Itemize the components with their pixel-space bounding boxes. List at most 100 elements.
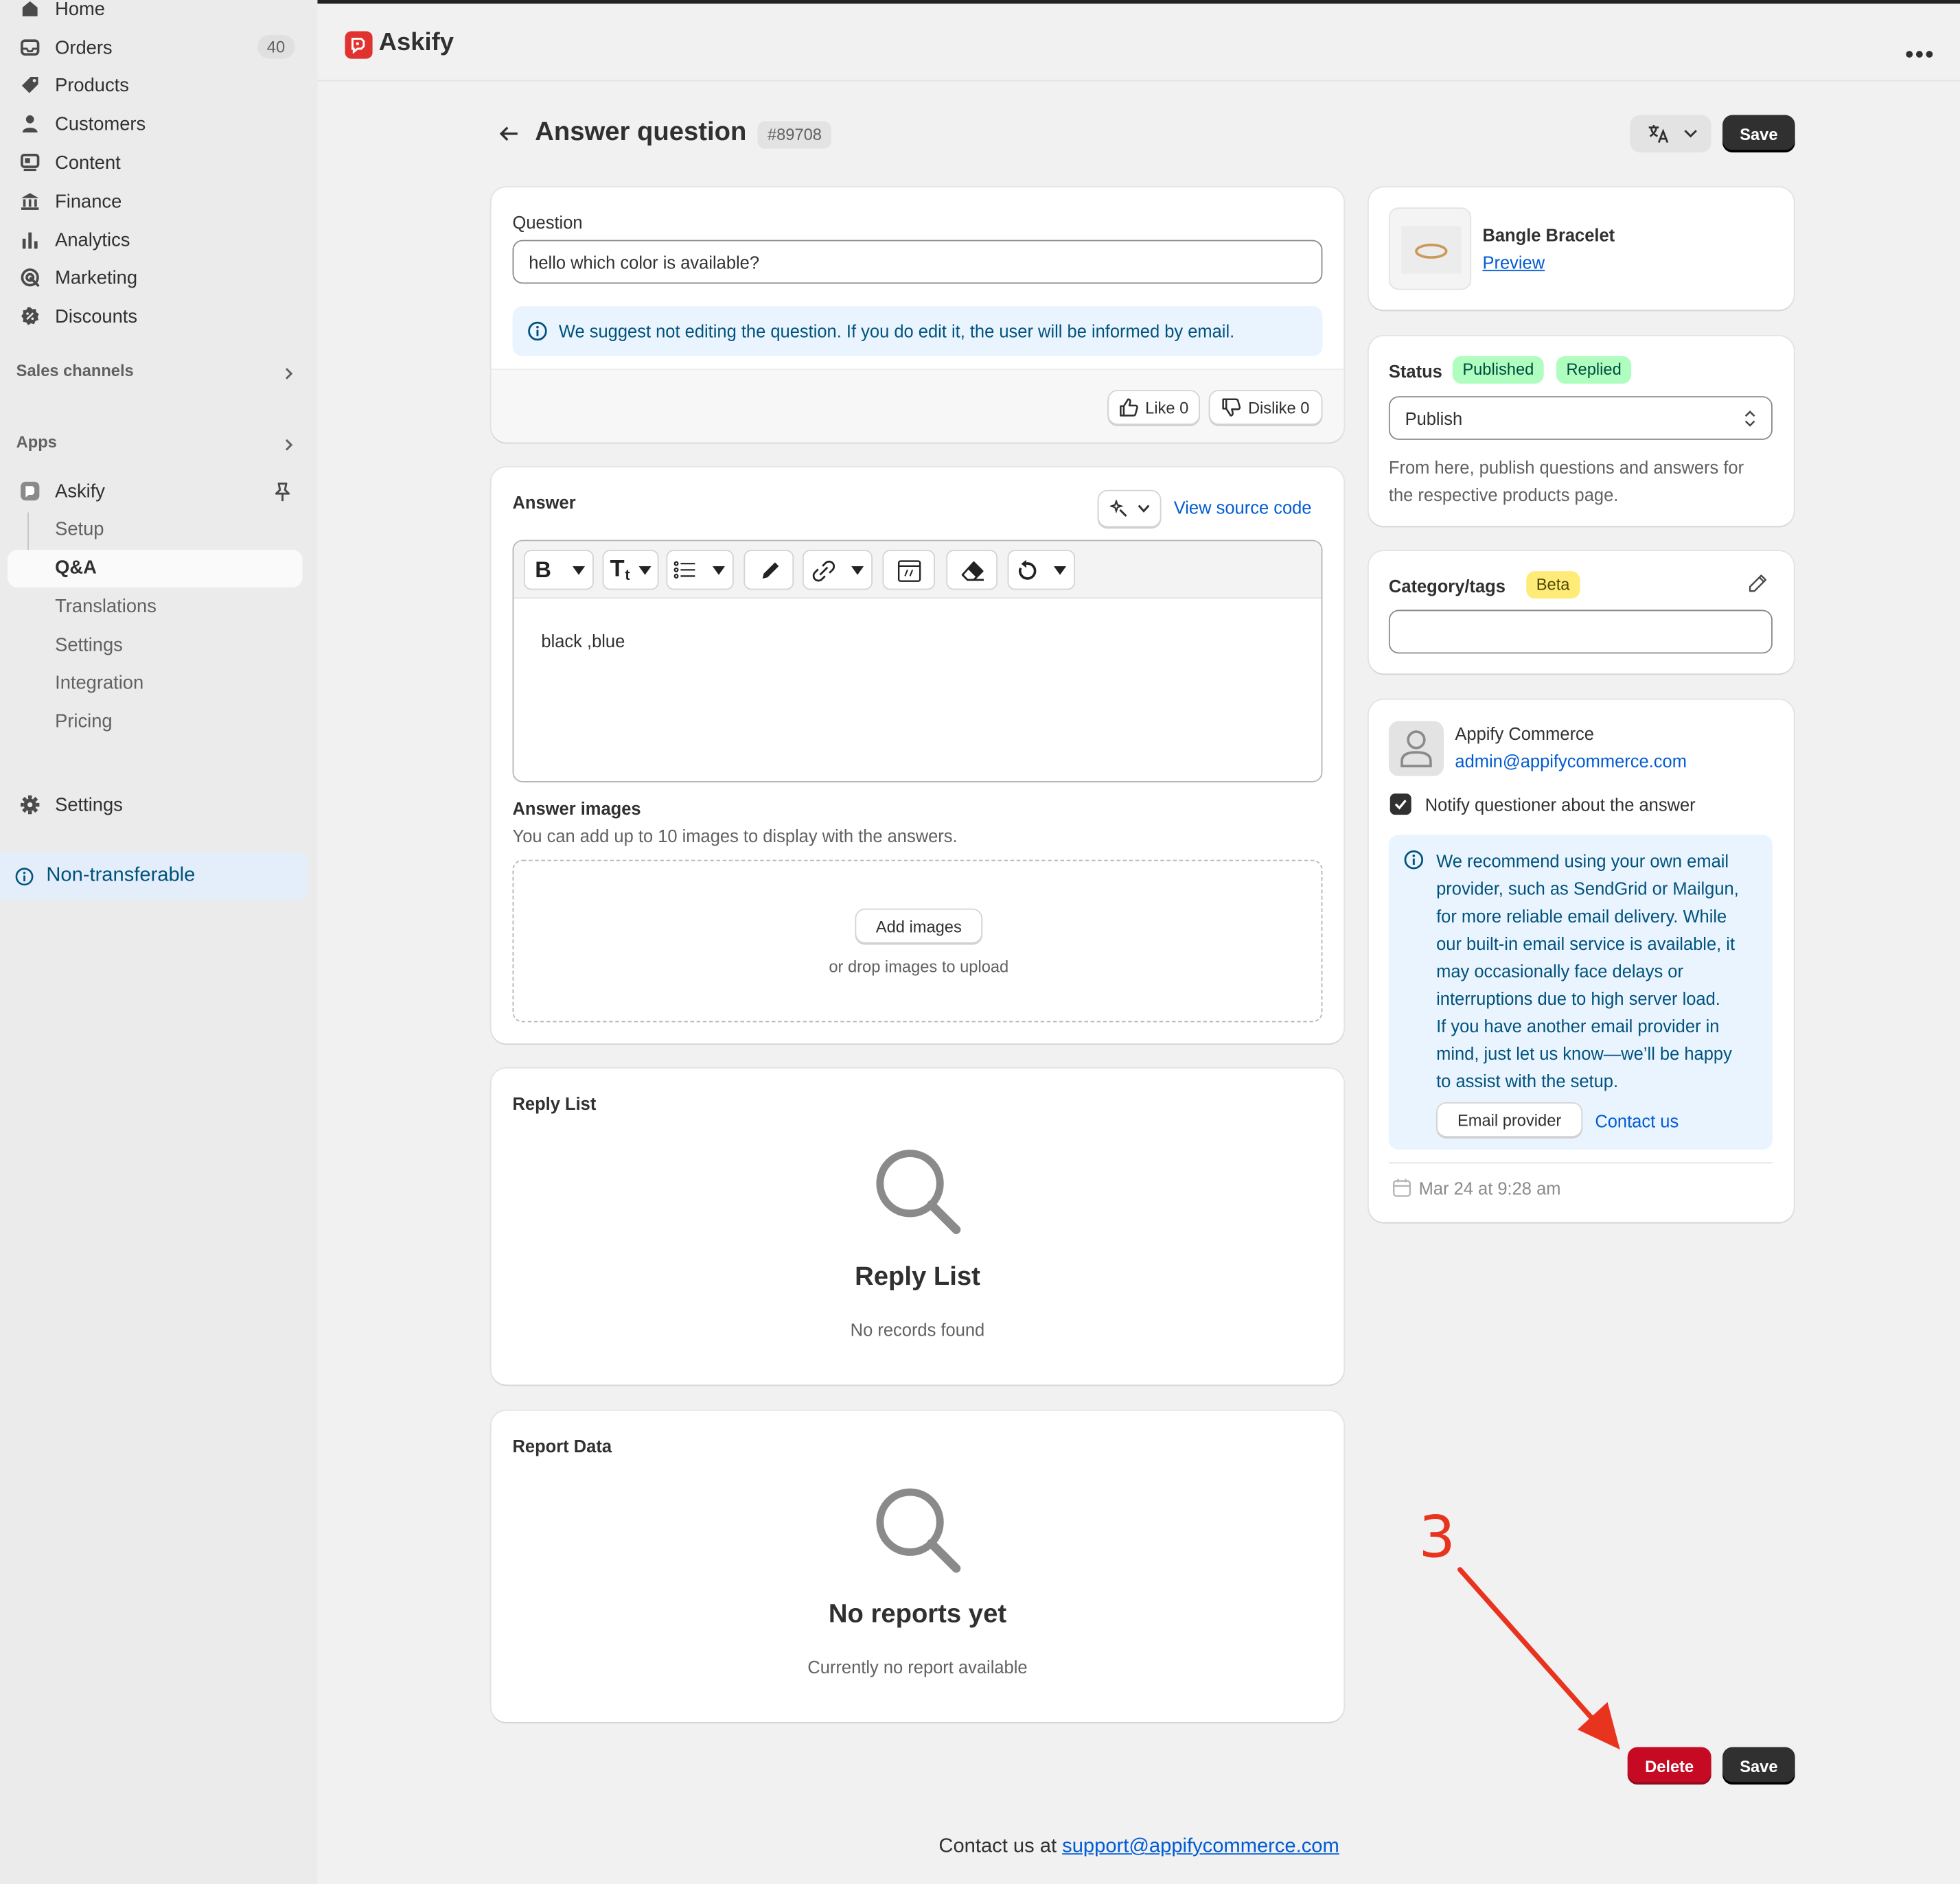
sidebar-item-products[interactable]: Products xyxy=(5,67,302,104)
sidebar-sub-setup[interactable]: Setup xyxy=(55,519,104,540)
sidebar-sub-integration[interactable]: Integration xyxy=(55,673,143,694)
question-banner-text: We suggest not editing the question. If … xyxy=(558,321,1235,342)
sidebar-item-marketing[interactable]: Marketing xyxy=(5,259,302,296)
question-input[interactable]: hello which color is available? xyxy=(512,240,1323,284)
email-provider-button[interactable]: Email provider xyxy=(1436,1102,1583,1137)
question-id-badge: #89708 xyxy=(757,121,832,149)
message-line: to assist with the setup. xyxy=(1436,1071,1619,1091)
message-line: for more reliable email delivery. While xyxy=(1436,906,1727,927)
dislike-button[interactable]: Dislike 0 xyxy=(1208,390,1323,426)
reply-list-empty-title: Reply List xyxy=(855,1262,980,1291)
view-source-code-link[interactable]: View source code xyxy=(1174,498,1312,517)
image-dropzone[interactable]: Add images or drop images to upload xyxy=(512,859,1323,1023)
support-email-link[interactable]: support@appifycommerce.com xyxy=(1062,1836,1339,1857)
list-button[interactable] xyxy=(666,550,734,590)
customer-card: Appify Commerce admin@appifycommerce.com… xyxy=(1368,699,1794,1222)
info-icon xyxy=(15,868,34,886)
calendar-icon xyxy=(1393,1178,1411,1197)
customer-email-link[interactable]: admin@appifycommerce.com xyxy=(1455,751,1687,771)
link-button[interactable] xyxy=(802,550,873,590)
clear-format-button[interactable] xyxy=(946,550,998,590)
pin-icon[interactable] xyxy=(273,481,292,504)
ai-assist-button[interactable] xyxy=(1097,489,1162,528)
bold-button[interactable]: B xyxy=(523,550,594,590)
sidebar-sub-pricing[interactable]: Pricing xyxy=(55,711,113,732)
report-empty-sub: Currently no report available xyxy=(807,1657,1028,1677)
sidebar-item-content[interactable]: Content xyxy=(5,143,302,181)
sidebar-item-home[interactable]: Home xyxy=(5,0,302,27)
apps-heading[interactable]: Apps xyxy=(16,432,57,451)
message-line: interruptions due to high server load. xyxy=(1436,988,1720,1009)
caret-down-icon xyxy=(851,566,864,575)
undo-button[interactable] xyxy=(1007,550,1075,590)
undo-icon xyxy=(1018,559,1037,580)
like-button[interactable]: Like 0 xyxy=(1107,390,1200,426)
annotation-arrow-icon xyxy=(1457,1567,1620,1750)
sidebar-item-label: Settings xyxy=(55,794,123,816)
sidebar-sub-settings[interactable]: Settings xyxy=(55,635,123,656)
product-name: Bangle Bracelet xyxy=(1482,224,1615,245)
question-label: Question xyxy=(512,212,583,233)
sidebar-item-label: Products xyxy=(55,74,129,96)
home-icon xyxy=(22,1,38,16)
sidebar-sub-qa[interactable]: Q&A xyxy=(55,557,97,579)
status-select[interactable]: Publish xyxy=(1388,396,1773,440)
notify-checkbox[interactable] xyxy=(1390,793,1411,815)
askify-logo-icon xyxy=(351,37,365,54)
sales-channels-heading[interactable]: Sales channels xyxy=(16,361,134,380)
sidebar-item-customers[interactable]: Customers xyxy=(5,105,302,143)
magic-sparkle-icon xyxy=(1109,500,1127,517)
status-select-value: Publish xyxy=(1405,408,1463,428)
contact-us-link[interactable]: Contact us xyxy=(1595,1111,1679,1131)
sidebar-item-orders[interactable]: Orders 40 xyxy=(5,29,302,67)
pencil-icon[interactable] xyxy=(1747,574,1767,594)
step-number-annotation: 3 xyxy=(1418,1503,1455,1571)
pen-icon xyxy=(762,562,779,579)
chevron-right-icon[interactable] xyxy=(283,367,295,380)
save-button-top[interactable]: Save xyxy=(1722,115,1795,153)
delete-button[interactable]: Delete xyxy=(1627,1747,1711,1785)
status-label: Status xyxy=(1388,361,1442,382)
askify-app-icon xyxy=(21,481,40,501)
non-transferable-banner[interactable]: Non-transferable xyxy=(0,852,308,900)
sidebar-item-finance[interactable]: Finance xyxy=(5,183,302,220)
translate-menu-button[interactable] xyxy=(1630,115,1711,153)
text-size-button[interactable]: T t xyxy=(602,550,659,590)
category-input[interactable] xyxy=(1388,609,1773,654)
askify-logo xyxy=(345,31,373,59)
select-arrows-icon xyxy=(1744,410,1755,427)
notify-label[interactable]: Notify questioner about the answer xyxy=(1425,795,1696,815)
back-arrow-icon[interactable] xyxy=(498,122,520,145)
chevron-down-icon xyxy=(1684,130,1697,138)
message-line: If you have another email provider in xyxy=(1436,1016,1720,1036)
caret-down-icon xyxy=(1053,566,1067,575)
sidebar-item-settings[interactable]: Settings xyxy=(5,786,302,824)
customer-name: Appify Commerce xyxy=(1455,723,1595,744)
report-empty-title: No reports yet xyxy=(828,1599,1007,1629)
email-provider-message: We recommend using your own email provid… xyxy=(1436,848,1739,1095)
chevron-down-icon xyxy=(1137,504,1149,513)
sidebar-item-askify[interactable]: Askify xyxy=(5,472,302,510)
non-transferable-label: Non-transferable xyxy=(46,864,196,886)
sidebar-item-analytics[interactable]: Analytics xyxy=(5,221,302,259)
add-images-button[interactable]: Add images xyxy=(855,908,983,944)
sidebar-sub-translations[interactable]: Translations xyxy=(55,596,157,618)
answer-content[interactable]: black ,blue xyxy=(541,631,625,651)
report-data-title: Report Data xyxy=(512,1436,612,1456)
eraser-icon xyxy=(961,561,984,581)
answer-images-hint: You can add up to 10 images to display w… xyxy=(512,826,958,846)
avatar xyxy=(1388,721,1444,776)
more-actions-icon[interactable]: ••• xyxy=(1905,41,1935,70)
product-preview-link[interactable]: Preview xyxy=(1482,253,1545,272)
status-help-line-1: From here, publish questions and answers… xyxy=(1388,457,1744,478)
published-badge: Published xyxy=(1452,356,1544,384)
orders-icon xyxy=(21,39,40,56)
highlight-button[interactable] xyxy=(743,550,794,590)
reply-list-card: Reply List Reply List No records found xyxy=(491,1068,1344,1385)
source-view-button[interactable] xyxy=(882,550,935,590)
like-count: Like 0 xyxy=(1145,397,1189,417)
sidebar-item-discounts[interactable]: Discounts xyxy=(5,297,302,335)
chevron-right-icon[interactable] xyxy=(283,439,295,451)
search-icon xyxy=(876,1150,961,1235)
save-button-bottom[interactable]: Save xyxy=(1722,1747,1795,1785)
